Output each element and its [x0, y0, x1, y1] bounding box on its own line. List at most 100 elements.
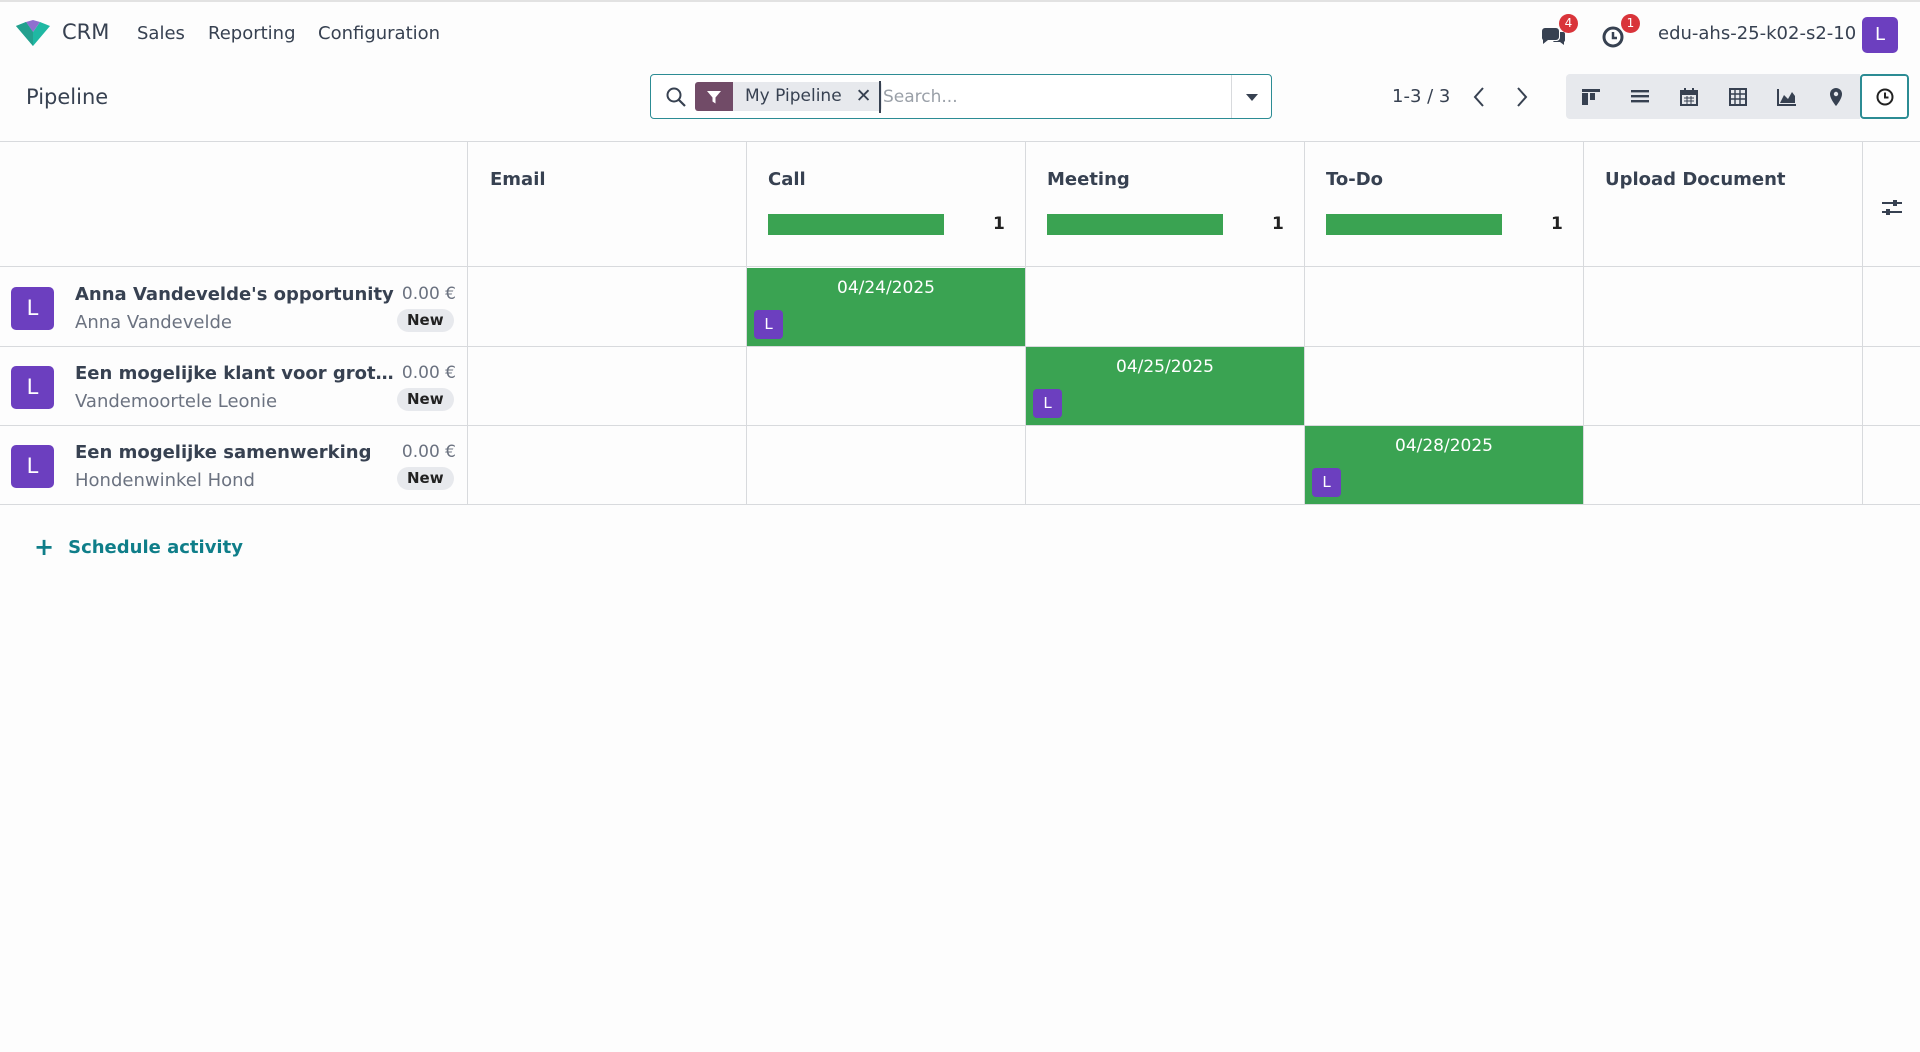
column-divider [1862, 268, 1863, 347]
record-name[interactable]: Een mogelijke klant voor grote best... [75, 363, 395, 384]
schedule-activity-label: Schedule activity [68, 536, 243, 558]
column-divider [1304, 142, 1305, 268]
pager-next-button[interactable] [1509, 82, 1535, 112]
record-name[interactable]: Een mogelijke samenwerking [75, 442, 395, 463]
facet-remove-icon[interactable]: ✕ [853, 82, 882, 111]
column-divider [1304, 347, 1305, 426]
list-icon [1630, 89, 1649, 102]
top-navbar: CRM Sales Reporting Configuration 4 1 ed… [0, 0, 1920, 66]
pivot-view-button[interactable] [1713, 74, 1762, 119]
column-divider [467, 268, 468, 347]
chevron-right-icon [1517, 87, 1528, 107]
graph-view-button[interactable] [1762, 74, 1811, 119]
column-divider [1583, 268, 1584, 347]
activities-button[interactable]: 1 [1600, 14, 1640, 50]
crm-logo-icon[interactable] [14, 20, 52, 48]
column-divider [1862, 142, 1863, 268]
app-name[interactable]: CRM [62, 20, 109, 44]
clock-icon [1876, 88, 1893, 105]
map-view-button[interactable] [1811, 74, 1860, 119]
calendar-icon [1679, 87, 1698, 106]
record-amount: 0.00 € [401, 284, 456, 304]
activity-view-button[interactable] [1860, 74, 1909, 119]
column-title-email[interactable]: Email [490, 169, 546, 190]
table-row[interactable]: L Een mogelijke klant voor grote best...… [0, 347, 1920, 426]
column-title-upload-document[interactable]: Upload Document [1605, 169, 1786, 190]
record-partner: Hondenwinkel Hond [75, 470, 255, 491]
table-icon [1728, 87, 1747, 106]
menu-sales[interactable]: Sales [137, 23, 185, 44]
calendar-view-button[interactable] [1664, 74, 1713, 119]
column-count-meeting: 1 [1272, 214, 1284, 234]
activity-cell-meeting[interactable]: 04/25/2025 L [1026, 347, 1304, 425]
menu-configuration[interactable]: Configuration [318, 23, 440, 44]
search-icon[interactable] [665, 86, 687, 108]
page-title[interactable]: Pipeline [26, 85, 108, 109]
database-name[interactable]: edu-ahs-25-k02-s2-10 [1658, 23, 1856, 44]
filter-icon [695, 82, 733, 111]
menu-reporting[interactable]: Reporting [208, 23, 296, 44]
column-title-meeting[interactable]: Meeting [1047, 169, 1130, 190]
column-divider [1862, 347, 1863, 426]
column-divider [1304, 268, 1305, 347]
stage-badge: New [397, 388, 454, 411]
record-amount: 0.00 € [401, 442, 456, 462]
activity-cell-todo[interactable]: 04/28/2025 L [1305, 426, 1583, 504]
column-divider [1025, 142, 1026, 268]
column-progress-call[interactable] [768, 214, 944, 235]
activity-date: 04/28/2025 [1395, 436, 1493, 456]
record-avatar: L [11, 366, 54, 409]
messages-badge: 4 [1559, 14, 1578, 33]
column-divider [467, 142, 468, 268]
record-partner: Anna Vandevelde [75, 312, 232, 333]
column-divider [467, 426, 468, 505]
search-bar: My Pipeline ✕ [650, 74, 1272, 119]
search-input[interactable] [879, 81, 1219, 113]
activity-user-avatar: L [1312, 468, 1341, 497]
filter-facet: My Pipeline ✕ [695, 82, 882, 111]
column-count-todo: 1 [1551, 214, 1563, 234]
column-divider [1025, 426, 1026, 505]
area-chart-icon [1776, 88, 1796, 106]
grid-header: Email Call 1 Meeting 1 To-Do 1 Upload Do… [0, 141, 1920, 268]
activity-cell-call[interactable]: 04/24/2025 L [747, 268, 1025, 346]
caret-down-icon [1245, 93, 1258, 101]
search-options-toggle[interactable] [1231, 75, 1271, 118]
column-divider [1583, 426, 1584, 505]
facet-label: My Pipeline [733, 82, 854, 111]
column-divider [1583, 347, 1584, 426]
column-progress-todo[interactable] [1326, 214, 1502, 235]
activity-date: 04/24/2025 [837, 278, 935, 298]
messages-button[interactable]: 4 [1538, 14, 1578, 50]
activity-date: 04/25/2025 [1116, 357, 1214, 377]
chevron-left-icon [1473, 87, 1484, 107]
stage-badge: New [397, 467, 454, 490]
column-settings-icon[interactable] [1880, 197, 1904, 219]
column-divider [1583, 142, 1584, 268]
view-switcher [1566, 74, 1909, 119]
column-divider [1025, 268, 1026, 347]
record-avatar: L [11, 445, 54, 488]
pager-previous-button[interactable] [1466, 82, 1492, 112]
pager-value[interactable]: 1-3 / 3 [1392, 86, 1450, 107]
column-title-call[interactable]: Call [768, 169, 806, 190]
activities-badge: 1 [1621, 14, 1640, 33]
record-name[interactable]: Anna Vandevelde's opportunity [75, 284, 395, 305]
column-divider [1862, 426, 1863, 505]
column-divider [746, 347, 747, 426]
plus-icon: + [34, 533, 55, 561]
user-avatar[interactable]: L [1862, 17, 1898, 53]
column-title-todo[interactable]: To-Do [1326, 169, 1383, 190]
kanban-view-button[interactable] [1566, 74, 1615, 119]
column-divider [467, 347, 468, 426]
record-avatar: L [11, 287, 54, 330]
column-progress-meeting[interactable] [1047, 214, 1223, 235]
table-row[interactable]: L Anna Vandevelde's opportunity Anna Van… [0, 268, 1920, 347]
stage-badge: New [397, 309, 454, 332]
column-count-call: 1 [993, 214, 1005, 234]
column-divider [746, 426, 747, 505]
table-row[interactable]: L Een mogelijke samenwerking Hondenwinke… [0, 426, 1920, 505]
schedule-activity-button[interactable]: + Schedule activity [34, 535, 243, 559]
record-partner: Vandemoortele Leonie [75, 391, 278, 412]
list-view-button[interactable] [1615, 74, 1664, 119]
